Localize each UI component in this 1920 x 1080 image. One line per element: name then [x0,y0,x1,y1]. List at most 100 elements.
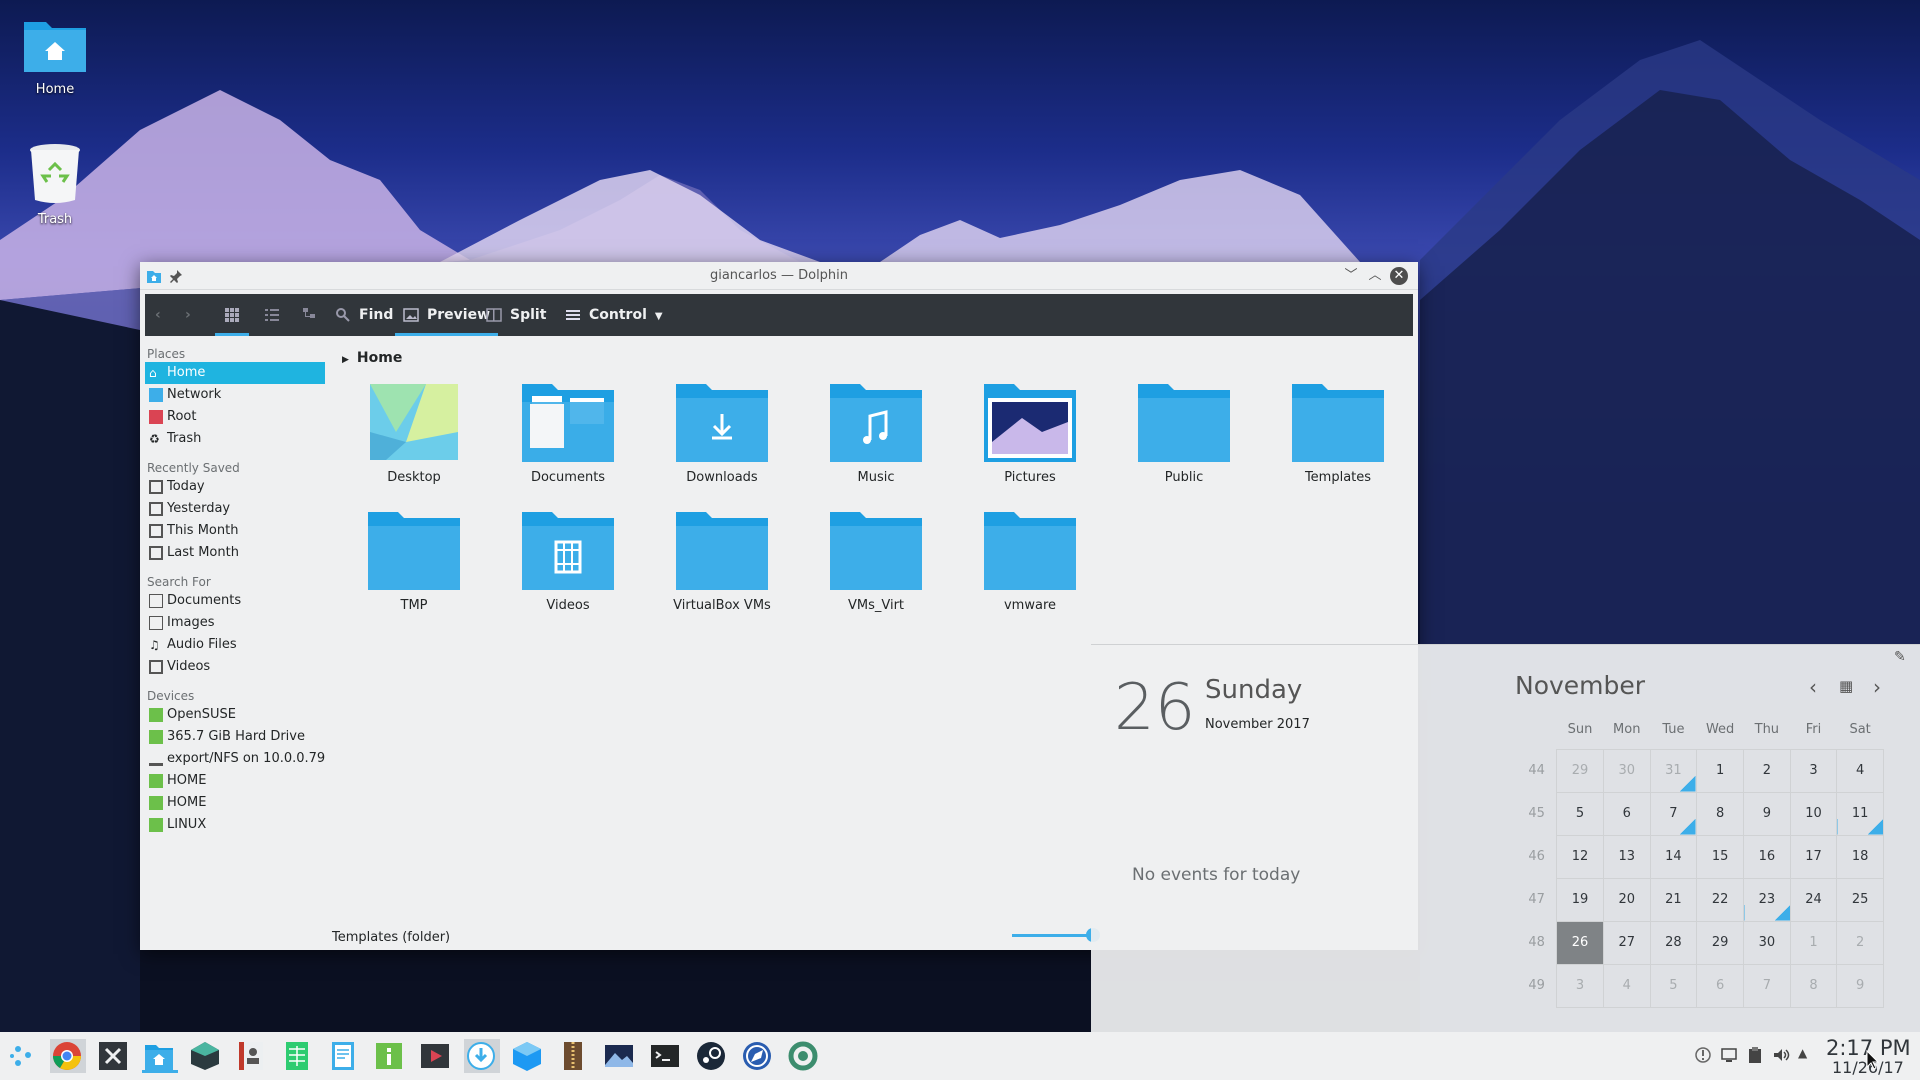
zoom-slider[interactable] [1012,934,1092,937]
search-videos[interactable]: Videos [145,656,325,678]
next-month-button[interactable]: › [1873,675,1881,699]
back-button[interactable]: ‹ [155,294,161,336]
place-root[interactable]: Root [145,406,325,428]
folder-videos[interactable]: Videos [498,510,638,613]
volume-icon[interactable] [1772,1046,1790,1064]
folder-desktop[interactable]: Desktop [344,382,484,485]
recent-today[interactable]: Today [145,476,325,498]
notifications-icon[interactable] [1694,1046,1712,1064]
folder-virtualbox-vms[interactable]: VirtualBox VMs [652,510,792,613]
calendar-day[interactable]: 7 [1649,791,1698,836]
minimize-button[interactable]: ﹀ [1342,267,1360,285]
find-button[interactable]: Find [335,294,393,336]
calendar-day[interactable]: 9 [1836,963,1884,1008]
calendar-day[interactable]: 11 [1836,791,1884,836]
forward-button[interactable]: › [185,294,191,336]
calendar-day[interactable]: 8 [1789,963,1838,1008]
search-images[interactable]: Images [145,612,325,634]
folder-downloads[interactable]: Downloads [652,382,792,485]
taskbar-calc[interactable] [280,1039,316,1073]
recent-yesterday[interactable]: Yesterday [145,498,325,520]
desktop-icon-home[interactable]: Home [10,16,100,97]
calendar-day[interactable]: 30 [1743,920,1791,965]
calendar-day[interactable]: 5 [1556,791,1604,836]
taskbar-app-8[interactable] [372,1039,408,1073]
taskbar-media-player[interactable] [418,1039,454,1073]
calendar-day[interactable]: 13 [1602,834,1651,879]
device-linux[interactable]: LINUX [145,814,325,836]
taskbar-chrome[interactable] [50,1039,86,1073]
calendar-day[interactable]: 28 [1649,920,1698,965]
calendar-day[interactable]: 9 [1743,791,1791,836]
calendar-day[interactable]: 4 [1602,963,1651,1008]
title-bar[interactable]: giancarlos — Dolphin ﹀ ︿ ✕ [140,262,1418,290]
calendar-day[interactable]: 2 [1836,920,1884,965]
taskbar-app-18[interactable] [786,1039,822,1073]
folder-vmware[interactable]: vmware [960,510,1100,613]
calendar-day[interactable]: 25 [1836,877,1884,922]
taskbar-app-5[interactable] [234,1039,270,1073]
expand-tray-icon[interactable]: ▲ [1798,1046,1816,1064]
desktop-icon-trash[interactable]: Trash [10,142,100,227]
previous-month-button[interactable]: ‹ [1809,675,1817,699]
recent-this-month[interactable]: This Month [145,520,325,542]
calendar-day[interactable]: 17 [1789,834,1838,879]
folder-pictures[interactable]: Pictures [960,382,1100,485]
close-button[interactable]: ✕ [1390,267,1408,285]
calendar-day[interactable]: 22 [1696,877,1744,922]
calendar-day[interactable]: 1 [1696,748,1744,793]
folder-documents[interactable]: Documents [498,382,638,485]
calendar-day[interactable]: 16 [1743,834,1791,879]
maximize-button[interactable]: ︿ [1366,267,1384,285]
taskbar-writer[interactable] [326,1039,362,1073]
taskbar-downloader[interactable] [464,1039,500,1073]
calendar-day[interactable]: 5 [1649,963,1698,1008]
place-trash[interactable]: ♻ Trash [145,428,325,450]
icons-view-button[interactable] [215,294,249,336]
calendar-day[interactable]: 29 [1696,920,1744,965]
calendar-day[interactable]: 21 [1649,877,1698,922]
calendar-day[interactable]: 23 [1743,877,1791,922]
device-home-1[interactable]: HOME [145,770,325,792]
calendar-day[interactable]: 27 [1602,920,1651,965]
search-documents[interactable]: Documents [145,590,325,612]
calendar-day[interactable]: 8 [1696,791,1744,836]
device-opensuse[interactable]: OpenSUSE [145,704,325,726]
calendar-day[interactable]: 2 [1743,748,1791,793]
folder-vms-virt[interactable]: VMs_Virt [806,510,946,613]
folder-templates[interactable]: Templates [1268,382,1408,485]
taskbar-virtualbox[interactable] [510,1039,546,1073]
place-network[interactable]: Network [145,384,325,406]
taskbar-app-4[interactable] [188,1039,224,1073]
folder-tmp[interactable]: TMP [344,510,484,613]
calendar-day[interactable]: 24 [1789,877,1838,922]
taskbar-dolphin[interactable] [142,1039,178,1073]
calendar-day-today[interactable]: 26 [1556,920,1604,965]
taskbar-archive[interactable] [556,1039,592,1073]
search-audio[interactable]: ♫ Audio Files [145,634,325,656]
device-home-2[interactable]: HOME [145,792,325,814]
calendar-day[interactable]: 3 [1556,963,1604,1008]
calendar-day[interactable]: 18 [1836,834,1884,879]
calendar-grid-icon[interactable]: ▦ [1839,677,1853,695]
taskbar-steam[interactable] [694,1039,730,1073]
calendar-day[interactable]: 7 [1743,963,1791,1008]
split-button[interactable]: Split [486,294,546,336]
recent-last-month[interactable]: Last Month [145,542,325,564]
calendar-day[interactable]: 31 [1649,748,1698,793]
breadcrumb-home[interactable]: Home [357,350,402,366]
calendar-day[interactable]: 3 [1789,748,1838,793]
calendar-day[interactable]: 12 [1556,834,1604,879]
details-view-button[interactable] [257,294,287,336]
clipboard-icon[interactable] [1746,1046,1764,1064]
tree-view-button[interactable] [295,294,325,336]
taskbar-app-17[interactable] [740,1039,776,1073]
calendar-day[interactable]: 20 [1602,877,1651,922]
breadcrumb[interactable]: ▶ Home [342,350,402,366]
taskbar-terminal[interactable] [648,1039,684,1073]
folder-public[interactable]: Public [1114,382,1254,485]
calendar-day[interactable]: 29 [1556,748,1604,793]
folder-music[interactable]: Music [806,382,946,485]
display-icon[interactable] [1720,1046,1738,1064]
pin-icon[interactable]: ✎ [1894,649,1906,665]
